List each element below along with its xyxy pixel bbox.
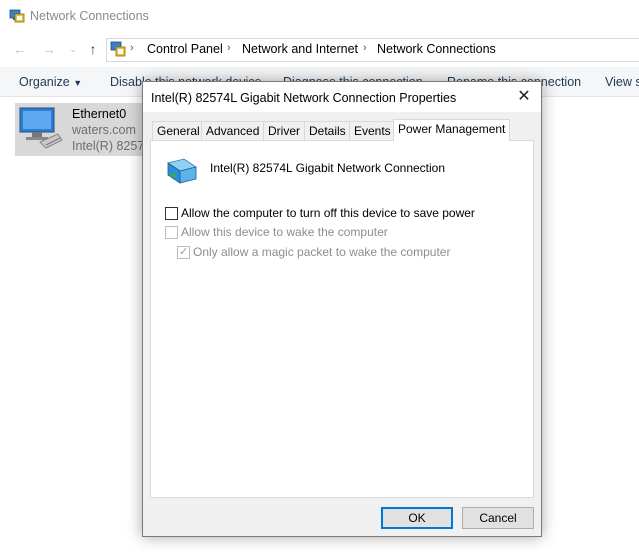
connection-adapter: Intel(R) 82574	[72, 139, 144, 153]
network-adapter-icon	[166, 157, 198, 187]
ethernet-adapter-icon	[18, 104, 64, 152]
properties-dialog: Intel(R) 82574L Gigabit Network Connecti…	[142, 81, 542, 537]
breadcrumb-control-panel[interactable]: Control Panel	[147, 42, 223, 56]
control-panel-icon	[110, 41, 126, 57]
breadcrumb-network-connections[interactable]: Network Connections	[377, 42, 496, 56]
connection-name: Ethernet0	[72, 107, 127, 121]
ok-button[interactable]: OK	[381, 507, 453, 529]
breadcrumb-network-and-internet[interactable]: Network and Internet	[242, 42, 358, 56]
forward-arrow-icon[interactable]: →	[40, 40, 58, 58]
allow-wake-label: Allow this device to wake the computer	[181, 225, 388, 239]
breadcrumb-separator-icon[interactable]: ›	[227, 42, 231, 54]
magic-packet-label: Only allow a magic packet to wake the co…	[193, 245, 451, 259]
tab-events[interactable]: Events	[349, 121, 396, 140]
allow-wake-checkbox	[165, 226, 178, 239]
tab-advanced[interactable]: Advanced	[201, 121, 265, 140]
address-bar[interactable]: › Control Panel › Network and Internet ›…	[106, 38, 639, 62]
network-connections-icon	[9, 8, 25, 24]
cancel-button[interactable]: Cancel	[462, 507, 534, 529]
tab-general[interactable]: General	[152, 121, 205, 140]
dropdown-arrow-icon: ▼	[73, 78, 83, 88]
view-status-command[interactable]: View st	[605, 75, 639, 89]
organize-label: Organize	[19, 75, 70, 89]
tab-power-management[interactable]: Power Management	[393, 119, 511, 141]
up-arrow-icon[interactable]: ↑	[84, 40, 102, 58]
magic-packet-checkbox: ✓	[177, 246, 190, 259]
tab-driver[interactable]: Driver	[263, 121, 305, 140]
power-management-panel: Intel(R) 82574L Gigabit Network Connecti…	[150, 140, 534, 498]
explorer-window-title: Network Connections	[30, 9, 149, 23]
breadcrumb-separator-icon[interactable]: ›	[363, 42, 367, 54]
dialog-title: Intel(R) 82574L Gigabit Network Connecti…	[151, 91, 457, 105]
close-icon[interactable]: ✕	[513, 86, 535, 108]
breadcrumb-separator-icon[interactable]: ›	[130, 42, 134, 54]
back-arrow-icon[interactable]: ←	[11, 40, 29, 58]
tab-details[interactable]: Details	[304, 121, 351, 140]
allow-turn-off-label[interactable]: Allow the computer to turn off this devi…	[181, 206, 475, 220]
organize-menu[interactable]: Organize ▼	[19, 75, 82, 89]
recent-locations-chevron-icon[interactable]: ⌄	[64, 40, 82, 58]
device-name: Intel(R) 82574L Gigabit Network Connecti…	[210, 161, 446, 175]
allow-turn-off-checkbox[interactable]	[165, 207, 178, 220]
checkmark-icon: ✓	[179, 246, 189, 258]
connection-domain: waters.com	[72, 123, 136, 137]
